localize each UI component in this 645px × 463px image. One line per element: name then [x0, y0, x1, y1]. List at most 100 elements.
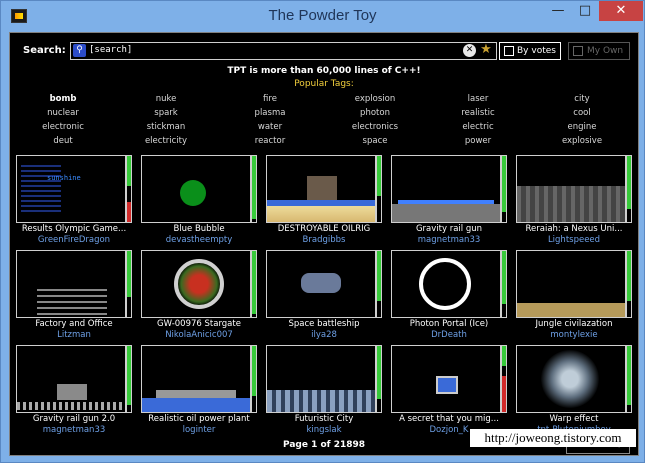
- save-title[interactable]: Blue Bubble: [137, 224, 261, 234]
- save-author[interactable]: montylexie: [512, 330, 636, 340]
- save-thumbnail[interactable]: [266, 345, 376, 413]
- search-input[interactable]: ⚲ [search] ✕ ★: [70, 42, 497, 60]
- tag-link[interactable]: laser: [433, 94, 523, 104]
- save-author[interactable]: devastheempty: [137, 235, 261, 245]
- save-title[interactable]: Results Olympic Game...: [12, 224, 136, 234]
- save-title[interactable]: A secret that you mig...: [387, 414, 511, 424]
- tag-link[interactable]: cool: [537, 108, 627, 118]
- tag-link[interactable]: power: [433, 136, 523, 146]
- vote-bar: [376, 345, 382, 413]
- save-card[interactable]: Gravity rail gun 2.0 magnetman33: [16, 345, 132, 435]
- save-author[interactable]: GreenFireDragon: [12, 235, 136, 245]
- save-title[interactable]: GW-00976 Stargate: [137, 319, 261, 329]
- save-card[interactable]: Realistic oil power plant loginter: [141, 345, 257, 435]
- save-card[interactable]: Jungle civilazation montylexie: [516, 250, 632, 340]
- save-title[interactable]: Space battleship: [262, 319, 386, 329]
- save-card[interactable]: Gravity rail gun magnetman33: [391, 155, 507, 245]
- tag-link[interactable]: fire: [225, 94, 315, 104]
- save-author[interactable]: loginter: [137, 425, 261, 435]
- tag-link[interactable]: realistic: [433, 108, 523, 118]
- save-title[interactable]: Reraiah: a Nexus Uni...: [512, 224, 636, 234]
- upvote-fill: [252, 251, 256, 314]
- save-title[interactable]: Futuristic City: [262, 414, 386, 424]
- save-title[interactable]: Gravity rail gun: [387, 224, 511, 234]
- save-author[interactable]: magnetman33: [387, 235, 511, 245]
- upvote-fill: [627, 156, 631, 209]
- save-thumbnail[interactable]: [391, 155, 501, 223]
- save-card[interactable]: A secret that you mig... Dozjon_K: [391, 345, 507, 435]
- tag-link[interactable]: deut: [18, 136, 108, 146]
- save-thumbnail[interactable]: [141, 250, 251, 318]
- maximize-button[interactable]: □: [572, 1, 598, 21]
- save-title[interactable]: Realistic oil power plant: [137, 414, 261, 424]
- save-card[interactable]: DESTROYABLE OILRIG Bradgibbs: [266, 155, 382, 245]
- vote-bar: [126, 250, 132, 318]
- save-thumbnail[interactable]: [516, 345, 626, 413]
- tag-link[interactable]: explosive: [537, 136, 627, 146]
- save-card[interactable]: sunshine Results Olympic Game... GreenFi…: [16, 155, 132, 245]
- save-author[interactable]: ilya28: [262, 330, 386, 340]
- vote-bar: [501, 250, 507, 318]
- tag-link[interactable]: bomb: [18, 94, 108, 104]
- minimize-button[interactable]: —: [545, 1, 571, 21]
- save-author[interactable]: Lightspeeed: [512, 235, 636, 245]
- save-card[interactable]: Blue Bubble devastheempty: [141, 155, 257, 245]
- save-card[interactable]: Photon Portal (Ice) DrDeath: [391, 250, 507, 340]
- tag-link[interactable]: reactor: [225, 136, 315, 146]
- tag-link[interactable]: electronic: [18, 122, 108, 132]
- close-window-button[interactable]: ✕: [599, 1, 643, 21]
- save-card[interactable]: Space battleship ilya28: [266, 250, 382, 340]
- save-card[interactable]: GW-00976 Stargate NikolaAnicic007: [141, 250, 257, 340]
- tag-link[interactable]: electronics: [330, 122, 420, 132]
- save-thumbnail[interactable]: [141, 155, 251, 223]
- save-thumbnail[interactable]: sunshine: [16, 155, 126, 223]
- tag-link[interactable]: space: [330, 136, 420, 146]
- save-title[interactable]: Warp effect: [512, 414, 636, 424]
- save-thumbnail[interactable]: [516, 250, 626, 318]
- save-author[interactable]: magnetman33: [12, 425, 136, 435]
- sort-by-votes-label: By votes: [517, 46, 556, 56]
- tag-link[interactable]: electricity: [121, 136, 211, 146]
- save-thumbnail[interactable]: [141, 345, 251, 413]
- tag-link[interactable]: plasma: [225, 108, 315, 118]
- tag-link[interactable]: stickman: [121, 122, 211, 132]
- vote-bar: [626, 345, 632, 413]
- save-title[interactable]: DESTROYABLE OILRIG: [262, 224, 386, 234]
- save-card[interactable]: Factory and Office Litzman: [16, 250, 132, 340]
- tag-link[interactable]: nuke: [121, 94, 211, 104]
- tag-link[interactable]: nuclear: [18, 108, 108, 118]
- save-thumbnail[interactable]: [16, 250, 126, 318]
- save-thumbnail[interactable]: [266, 155, 376, 223]
- save-title[interactable]: Factory and Office: [12, 319, 136, 329]
- tag-link[interactable]: city: [537, 94, 627, 104]
- save-thumbnail[interactable]: [391, 250, 501, 318]
- save-card[interactable]: Warp effect tpt-Plutoniumboy: [516, 345, 632, 435]
- save-thumbnail[interactable]: [266, 250, 376, 318]
- tag-link[interactable]: electric: [433, 122, 523, 132]
- search-icon: ⚲: [73, 44, 86, 57]
- save-card[interactable]: Reraiah: a Nexus Uni... Lightspeeed: [516, 155, 632, 245]
- save-title[interactable]: Jungle civilazation: [512, 319, 636, 329]
- save-thumbnail[interactable]: [516, 155, 626, 223]
- tag-link[interactable]: water: [225, 122, 315, 132]
- save-author[interactable]: NikolaAnicic007: [137, 330, 261, 340]
- sort-by-votes-button[interactable]: By votes: [499, 42, 561, 60]
- tag-link[interactable]: spark: [121, 108, 211, 118]
- tag-link[interactable]: explosion: [330, 94, 420, 104]
- save-thumbnail[interactable]: [16, 345, 126, 413]
- clear-search-icon[interactable]: ✕: [463, 44, 476, 57]
- vote-bar: [376, 155, 382, 223]
- save-title[interactable]: Photon Portal (Ice): [387, 319, 511, 329]
- save-title[interactable]: Gravity rail gun 2.0: [12, 414, 136, 424]
- tag-link[interactable]: engine: [537, 122, 627, 132]
- favorite-star-icon[interactable]: ★: [479, 42, 493, 58]
- save-author[interactable]: Bradgibbs: [262, 235, 386, 245]
- tag-link[interactable]: photon: [330, 108, 420, 118]
- save-author[interactable]: DrDeath: [387, 330, 511, 340]
- save-author[interactable]: kingslak: [262, 425, 386, 435]
- title-bar[interactable]: The Powder Toy — □ ✕: [1, 1, 644, 31]
- my-own-button[interactable]: My Own: [568, 42, 630, 60]
- save-card[interactable]: Futuristic City kingslak: [266, 345, 382, 435]
- save-thumbnail[interactable]: [391, 345, 501, 413]
- save-author[interactable]: Litzman: [12, 330, 136, 340]
